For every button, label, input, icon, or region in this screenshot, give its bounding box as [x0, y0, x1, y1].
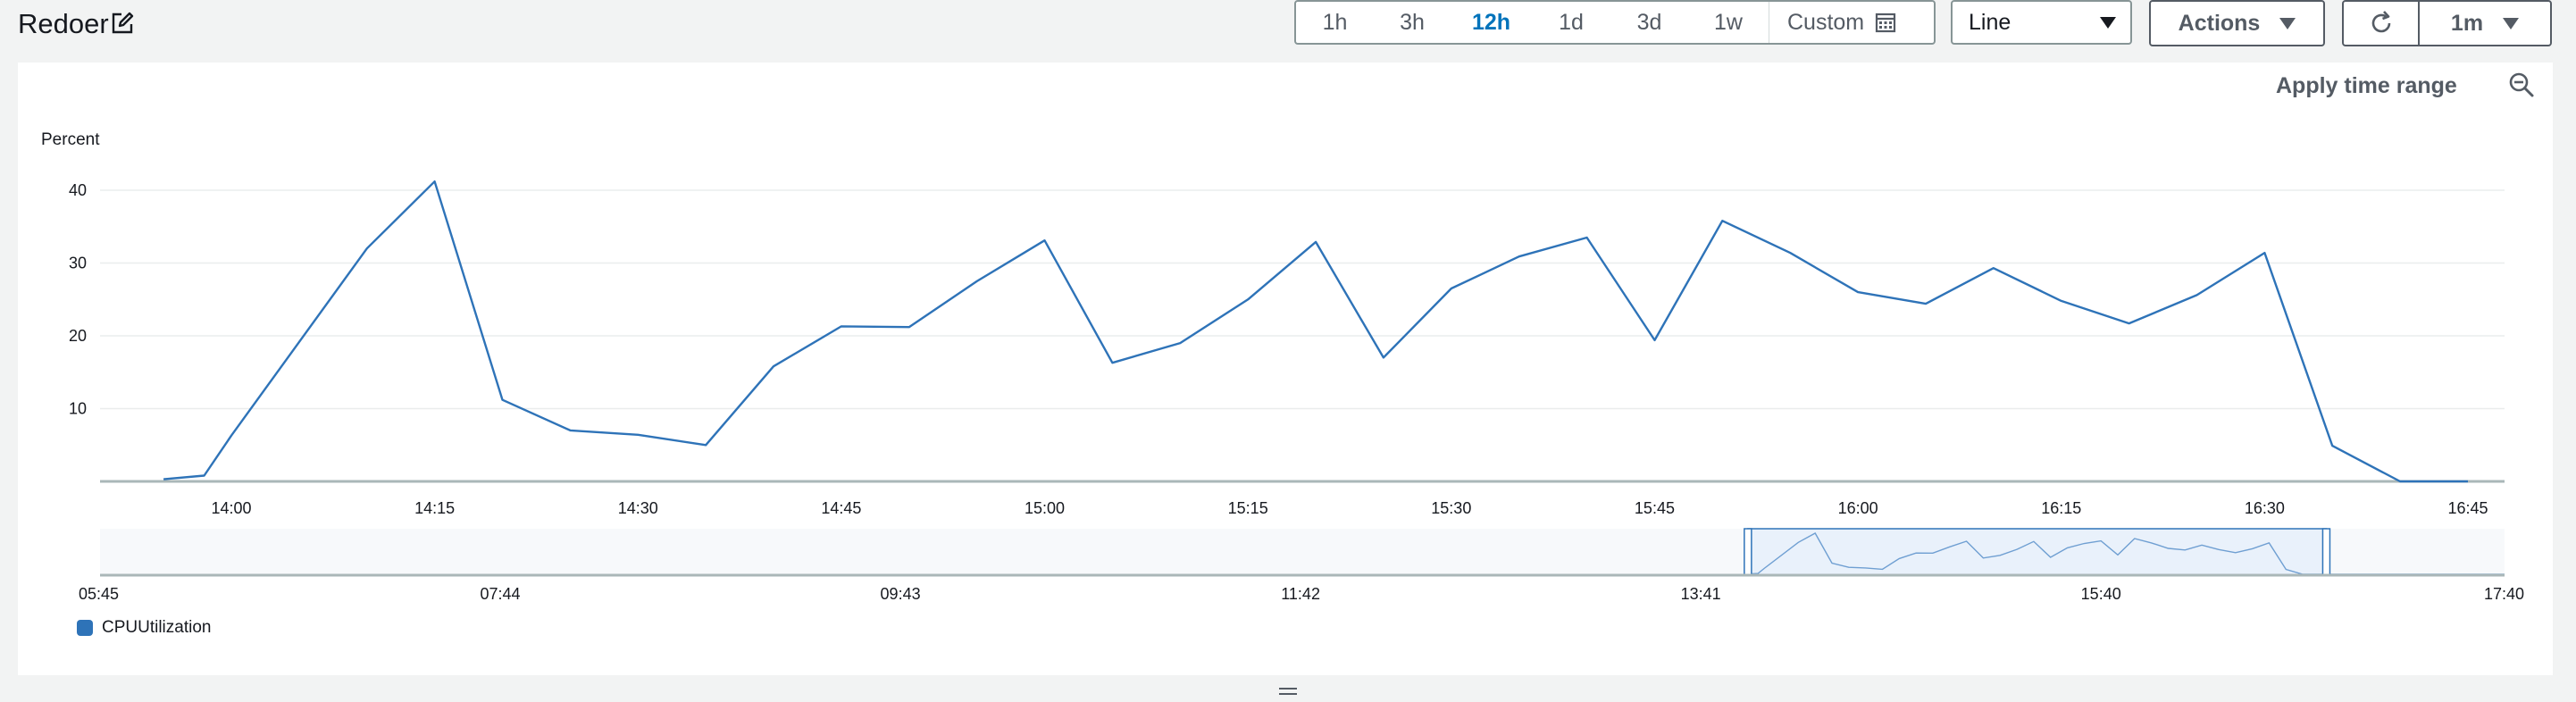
- overview-tick-label: 15:40: [2081, 585, 2121, 603]
- x-tick-label: 15:30: [1431, 499, 1471, 517]
- x-tick-label: 14:45: [821, 499, 861, 517]
- overview-tick-label: 13:41: [1681, 585, 1721, 603]
- overview-tick-label: 09:43: [881, 585, 921, 603]
- overview-navigator[interactable]: [100, 528, 2505, 577]
- overview-tick-label: 17:40: [2484, 585, 2524, 603]
- x-tick-label: 15:15: [1228, 499, 1268, 517]
- x-tick-label: 16:45: [2447, 499, 2488, 517]
- cpu-chart: Percent 10 20 30 40 14:00 14:15 14:30 14:45 15:…: [41, 130, 2524, 603]
- x-tick-label: 16:00: [1838, 499, 1878, 517]
- x-tick-label: 15:45: [1635, 499, 1675, 517]
- series-line-cpuutilization: [163, 180, 2468, 483]
- chart-legend: CPUUtilization: [77, 618, 211, 638]
- resize-handle[interactable]: [1279, 688, 1297, 698]
- y-tick-label: 10: [69, 400, 87, 418]
- overview-tick-label: 05:45: [79, 585, 119, 603]
- overview-handle-left[interactable]: [1744, 528, 1752, 576]
- x-tick-label: 15:00: [1025, 499, 1065, 517]
- overview-handle-right[interactable]: [2321, 528, 2331, 576]
- overview-tick-label: 07:44: [481, 585, 521, 603]
- x-tick-label: 16:15: [2041, 499, 2081, 517]
- y-tick-label: 40: [69, 181, 87, 199]
- y-tick-label: 30: [69, 255, 87, 272]
- legend-swatch-cpuutilization[interactable]: [77, 620, 93, 636]
- x-tick-label: 14:15: [414, 499, 455, 517]
- y-tick-label: 20: [69, 327, 87, 345]
- x-tick-label: 14:00: [211, 499, 251, 517]
- y-axis-label: Percent: [41, 130, 100, 149]
- legend-label-cpuutilization[interactable]: CPUUtilization: [102, 618, 211, 638]
- overview-tick-label: 11:42: [1281, 585, 1320, 603]
- x-tick-label: 14:30: [618, 499, 658, 517]
- x-tick-label: 16:30: [2245, 499, 2285, 517]
